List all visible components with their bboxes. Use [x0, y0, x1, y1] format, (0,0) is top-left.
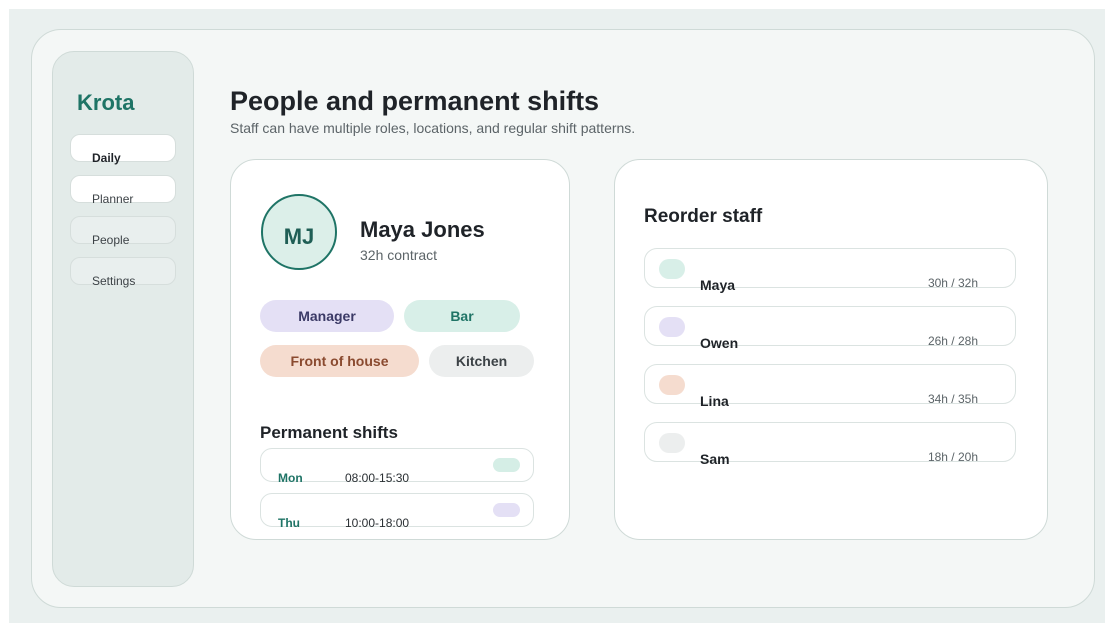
- person-name: Maya Jones: [360, 217, 485, 242]
- role-chip-manager[interactable]: Manager: [260, 300, 394, 332]
- sidebar-item-planner[interactable]: Planner: [70, 175, 176, 206]
- staff-name: Sam: [700, 451, 730, 467]
- shift-time: 10:00-18:00: [345, 516, 410, 530]
- drag-handle[interactable]: [659, 317, 685, 337]
- reorder-staff-title: Reorder staff: [644, 206, 763, 227]
- role-chip-label: Kitchen: [455, 353, 508, 369]
- drag-handle[interactable]: [659, 433, 685, 453]
- drag-handle[interactable]: [659, 375, 685, 395]
- brand-logo: Krota: [77, 90, 135, 115]
- avatar-initials: MJ: [283, 224, 315, 249]
- shift-row[interactable]: Thu 10:00-18:00: [260, 493, 534, 530]
- page-title: People and permanent shifts: [230, 86, 600, 116]
- person-contract: 32h contract: [360, 247, 438, 263]
- sidebar: Krota Daily Planner People Settings: [52, 51, 194, 587]
- sidebar-item-settings[interactable]: Settings: [70, 257, 176, 288]
- shift-row[interactable]: Mon 08:00-15:30: [260, 448, 534, 485]
- avatar: MJ: [261, 194, 337, 270]
- profile-card: MJ Maya Jones 32h contract Manager Bar F…: [230, 159, 570, 540]
- drag-handle[interactable]: [659, 259, 685, 279]
- role-chip-label: Manager: [298, 308, 356, 324]
- shift-color-pill: [493, 503, 520, 517]
- role-chip-front-of-house[interactable]: Front of house: [260, 345, 419, 377]
- shift-color-pill: [493, 458, 520, 472]
- sidebar-item-daily[interactable]: Daily: [70, 134, 176, 165]
- staff-hours: 30h / 32h: [927, 276, 978, 290]
- sidebar-item-people[interactable]: People: [70, 216, 176, 247]
- reorder-staff-card: Reorder staff Maya 30h / 32h Owen 26h / …: [614, 159, 1048, 540]
- staff-row[interactable]: Lina 34h / 35h: [644, 364, 1016, 409]
- sidebar-item-label: People: [92, 233, 130, 247]
- staff-name: Maya: [700, 277, 736, 293]
- staff-hours: 18h / 20h: [927, 450, 978, 464]
- staff-hours: 26h / 28h: [927, 334, 978, 348]
- staff-name: Owen: [700, 335, 739, 351]
- page-subtitle: Staff can have multiple roles, locations…: [230, 120, 636, 136]
- shift-day: Mon: [278, 471, 303, 485]
- sidebar-item-label: Settings: [92, 274, 136, 288]
- staff-name: Lina: [700, 393, 729, 409]
- permanent-shifts-title: Permanent shifts: [260, 423, 398, 442]
- sidebar-item-label: Daily: [92, 151, 121, 165]
- staff-row[interactable]: Owen 26h / 28h: [644, 306, 1016, 351]
- staff-row[interactable]: Maya 30h / 32h: [644, 248, 1016, 293]
- role-chip-bar[interactable]: Bar: [404, 300, 520, 332]
- shift-time: 08:00-15:30: [345, 471, 410, 485]
- staff-hours: 34h / 35h: [927, 392, 978, 406]
- role-chip-kitchen[interactable]: Kitchen: [429, 345, 534, 377]
- role-chip-label: Bar: [450, 308, 474, 324]
- shift-day: Thu: [278, 516, 300, 530]
- sidebar-item-label: Planner: [92, 192, 134, 206]
- role-chip-label: Front of house: [290, 353, 389, 369]
- staff-row[interactable]: Sam 18h / 20h: [644, 422, 1016, 467]
